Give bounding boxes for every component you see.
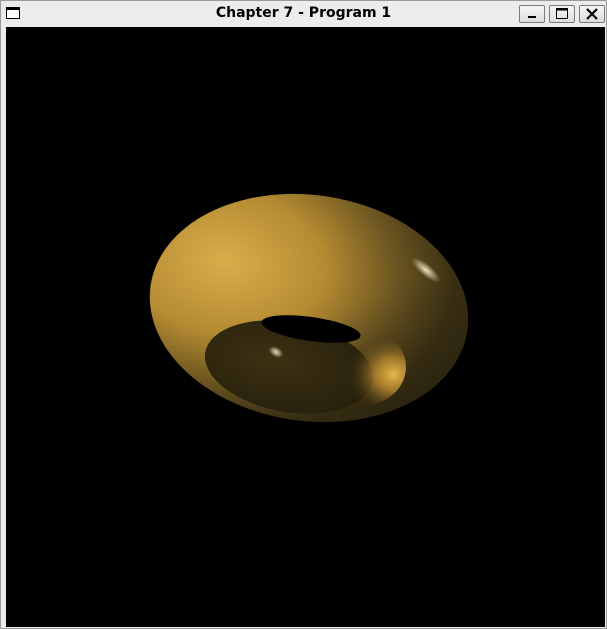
torus-render [149,193,469,423]
window-title: Chapter 7 - Program 1 [215,5,392,21]
minimize-icon [528,16,536,18]
close-icon [586,8,598,20]
render-viewport[interactable] [6,27,605,627]
maximize-icon [556,8,568,19]
maximize-button[interactable] [549,5,575,23]
minimize-button[interactable] [519,5,545,23]
title-bar[interactable]: Chapter 7 - Program 1 [1,1,606,26]
window-menu-icon[interactable] [6,7,20,19]
app-window: Chapter 7 - Program 1 [0,0,607,629]
close-button[interactable] [579,5,605,23]
